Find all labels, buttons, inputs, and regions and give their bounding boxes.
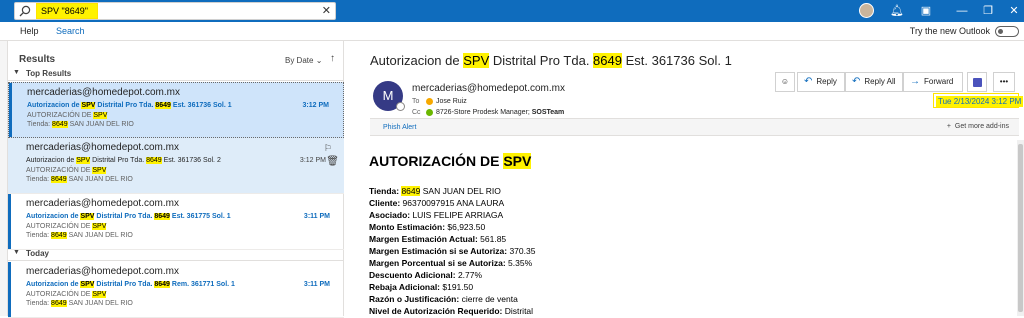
unread-bar — [8, 194, 11, 249]
item-preview: AUTORIZACIÓN DE SPV — [26, 291, 107, 298]
item-time: 3:12 PM — [302, 102, 329, 109]
reply-button[interactable]: ↶ Reply — [797, 72, 845, 92]
get-addins-button[interactable]: + Get more add-ins — [947, 123, 1009, 130]
list-item[interactable]: mercaderias@homedepot.com.mx Autorizacio… — [8, 82, 344, 138]
bell-icon[interactable]: 🔔︎ — [889, 3, 905, 19]
unread-bar — [8, 262, 11, 317]
cc-recipients[interactable]: 8726-Store Prodesk Manager; SOSTeam — [436, 109, 564, 116]
item-time: 3:12 PM — [299, 157, 326, 164]
forward-icon: → — [910, 76, 920, 87]
body-line: Descuento Adicional: 2.77% — [369, 270, 483, 280]
item-preview: AUTORIZACIÓN DE SPV — [26, 223, 107, 230]
group-label: Top Results — [26, 69, 72, 78]
more-icon: ••• — [999, 77, 1009, 86]
tab-search[interactable]: Search — [56, 26, 85, 36]
scrollbar-thumb[interactable] — [1018, 144, 1023, 312]
chevron-down-icon: ▼ — [13, 69, 20, 76]
teams-button[interactable] — [967, 72, 987, 92]
item-time: 3:11 PM — [303, 281, 330, 288]
presence-available-icon — [426, 109, 433, 116]
reply-icon: ↶ — [804, 76, 813, 87]
item-time: 3:11 PM — [303, 213, 330, 220]
list-item[interactable]: mercaderias@homedepot.com.mx Autorizacio… — [8, 262, 344, 318]
chevron-down-icon: ▼ — [13, 249, 20, 256]
item-preview: Tienda: 8649 SAN JUAN DEL RIO — [26, 176, 133, 183]
list-item[interactable]: mercaderias@homedepot.com.mx Autorizacio… — [8, 194, 344, 250]
minimize-icon[interactable]: — — [954, 3, 970, 19]
search-icon — [19, 5, 31, 17]
presence-icon — [396, 102, 405, 111]
delete-icon[interactable]: 🗑︎ — [326, 156, 339, 167]
tab-help[interactable]: Help — [20, 26, 39, 36]
avatar[interactable] — [859, 3, 874, 18]
results-title: Results — [19, 54, 56, 65]
message-body: AUTORIZACIÓN DE SPV Tienda: 8649 SAN JUA… — [369, 146, 1009, 316]
body-line: Margen Estimación Actual: 561.85 — [369, 234, 507, 244]
body-line: Cliente: 96370097915 ANA LAURA — [369, 198, 505, 208]
body-line: Monto Estimación: $6,923.50 — [369, 222, 486, 232]
reading-pane: Autorizacion de SPV Distrital Pro Tda. 8… — [345, 41, 1024, 316]
item-preview: Tienda: 8649 SAN JUAN DEL RIO — [26, 232, 133, 239]
more-actions-button[interactable]: ••• — [993, 72, 1015, 92]
item-sender: mercaderias@homedepot.com.mx — [26, 266, 179, 277]
item-subject: Autorizacion de SPV Distrital Pro Tda. 8… — [26, 157, 221, 164]
group-today[interactable]: ▼ Today — [8, 248, 344, 261]
message-list: Results By Date ⌄ ↑ ▼ Top Results mercad… — [8, 41, 344, 318]
body-line: Margen Estimación si se Autoriza: 370.35 — [369, 246, 536, 256]
forward-button[interactable]: → Forward — [903, 72, 963, 92]
new-outlook-toggle[interactable] — [995, 26, 1019, 37]
item-sender: mercaderias@homedepot.com.mx — [26, 142, 179, 153]
item-subject: Autorizacion de SPV Distrital Pro Tda. 8… — [26, 213, 231, 220]
teams-icon — [972, 78, 982, 87]
message-subject: Autorizacion de SPV Distrital Pro Tda. 8… — [370, 53, 732, 68]
sort-by-date-button[interactable]: By Date ⌄ — [285, 56, 322, 65]
new-outlook-label: Try the new Outlook — [909, 26, 990, 36]
addins-bar: Phish Alert + Get more add-ins — [370, 118, 1019, 136]
close-icon[interactable]: ✕ — [1006, 3, 1022, 19]
reading-scrollbar[interactable] — [1017, 140, 1024, 316]
emoji-icon: ☺ — [780, 77, 790, 86]
to-recipient[interactable]: Jose Ruiz — [436, 98, 467, 105]
item-preview: Tienda: 8649 SAN JUAN DEL RIO — [27, 121, 134, 128]
group-top-results[interactable]: ▼ Top Results — [8, 68, 344, 81]
item-sender: mercaderias@homedepot.com.mx — [26, 198, 179, 209]
group-label: Today — [26, 249, 49, 258]
unread-bar — [9, 83, 12, 137]
body-line: Asociado: LUIS FELIPE ARRIAGA — [369, 210, 504, 220]
cc-label: Cc — [412, 109, 421, 116]
message-date: Tue 2/13/2024 3:12 PM — [936, 96, 1024, 107]
reply-all-icon: ↶ — [852, 76, 861, 87]
flag-icon[interactable]: ⚐ — [324, 143, 332, 154]
body-line: Nivel de Autorización Requerido: Distrit… — [369, 306, 534, 316]
item-preview: Tienda: 8649 SAN JUAN DEL RIO — [26, 300, 133, 307]
restore-icon[interactable]: ❐ — [980, 3, 996, 19]
body-line: Tienda: 8649 SAN JUAN DEL RIO — [369, 186, 501, 196]
folder-pane-collapsed — [0, 41, 8, 316]
reply-all-button[interactable]: ↶ Reply All — [845, 72, 903, 92]
reaction-button[interactable]: ☺ — [775, 72, 795, 92]
search-input[interactable]: SPV "8649" — [39, 5, 90, 18]
body-line: Margen Porcentual si se Autoriza: 5.35% — [369, 258, 533, 268]
title-bar: SPV "8649" ✕ 🔔︎ ▣ — ❐ ✕ — [0, 0, 1024, 22]
list-item[interactable]: mercaderias@homedepot.com.mx Autorizacio… — [8, 138, 344, 194]
body-line: Rebaja Adicional: $191.50 — [369, 282, 474, 292]
phish-alert-button[interactable]: Phish Alert — [383, 124, 416, 131]
body-line: Razón o Justificación: cierre de venta — [369, 294, 518, 304]
search-box[interactable]: SPV "8649" ✕ — [14, 2, 336, 20]
to-label: To — [412, 98, 420, 105]
presence-away-icon — [426, 98, 433, 105]
item-subject: Autorizacion de SPV Distrital Pro Tda. 8… — [27, 102, 232, 109]
ribbon-tabs: Help Search Try the new Outlook — [0, 22, 1024, 41]
sender-address[interactable]: mercaderias@homedepot.com.mx — [412, 83, 565, 94]
item-sender: mercaderias@homedepot.com.mx — [27, 87, 180, 98]
sort-direction-icon[interactable]: ↑ — [330, 53, 335, 64]
body-title: AUTORIZACIÓN DE SPV — [369, 153, 532, 169]
settings-icon[interactable]: ▣ — [918, 3, 934, 19]
item-preview: AUTORIZACIÓN DE SPV — [27, 112, 108, 119]
item-subject: Autorizacion de SPV Distrital Pro Tda. 8… — [26, 281, 235, 288]
clear-icon[interactable]: ✕ — [322, 4, 331, 17]
item-preview: AUTORIZACIÓN DE SPV — [26, 167, 107, 174]
